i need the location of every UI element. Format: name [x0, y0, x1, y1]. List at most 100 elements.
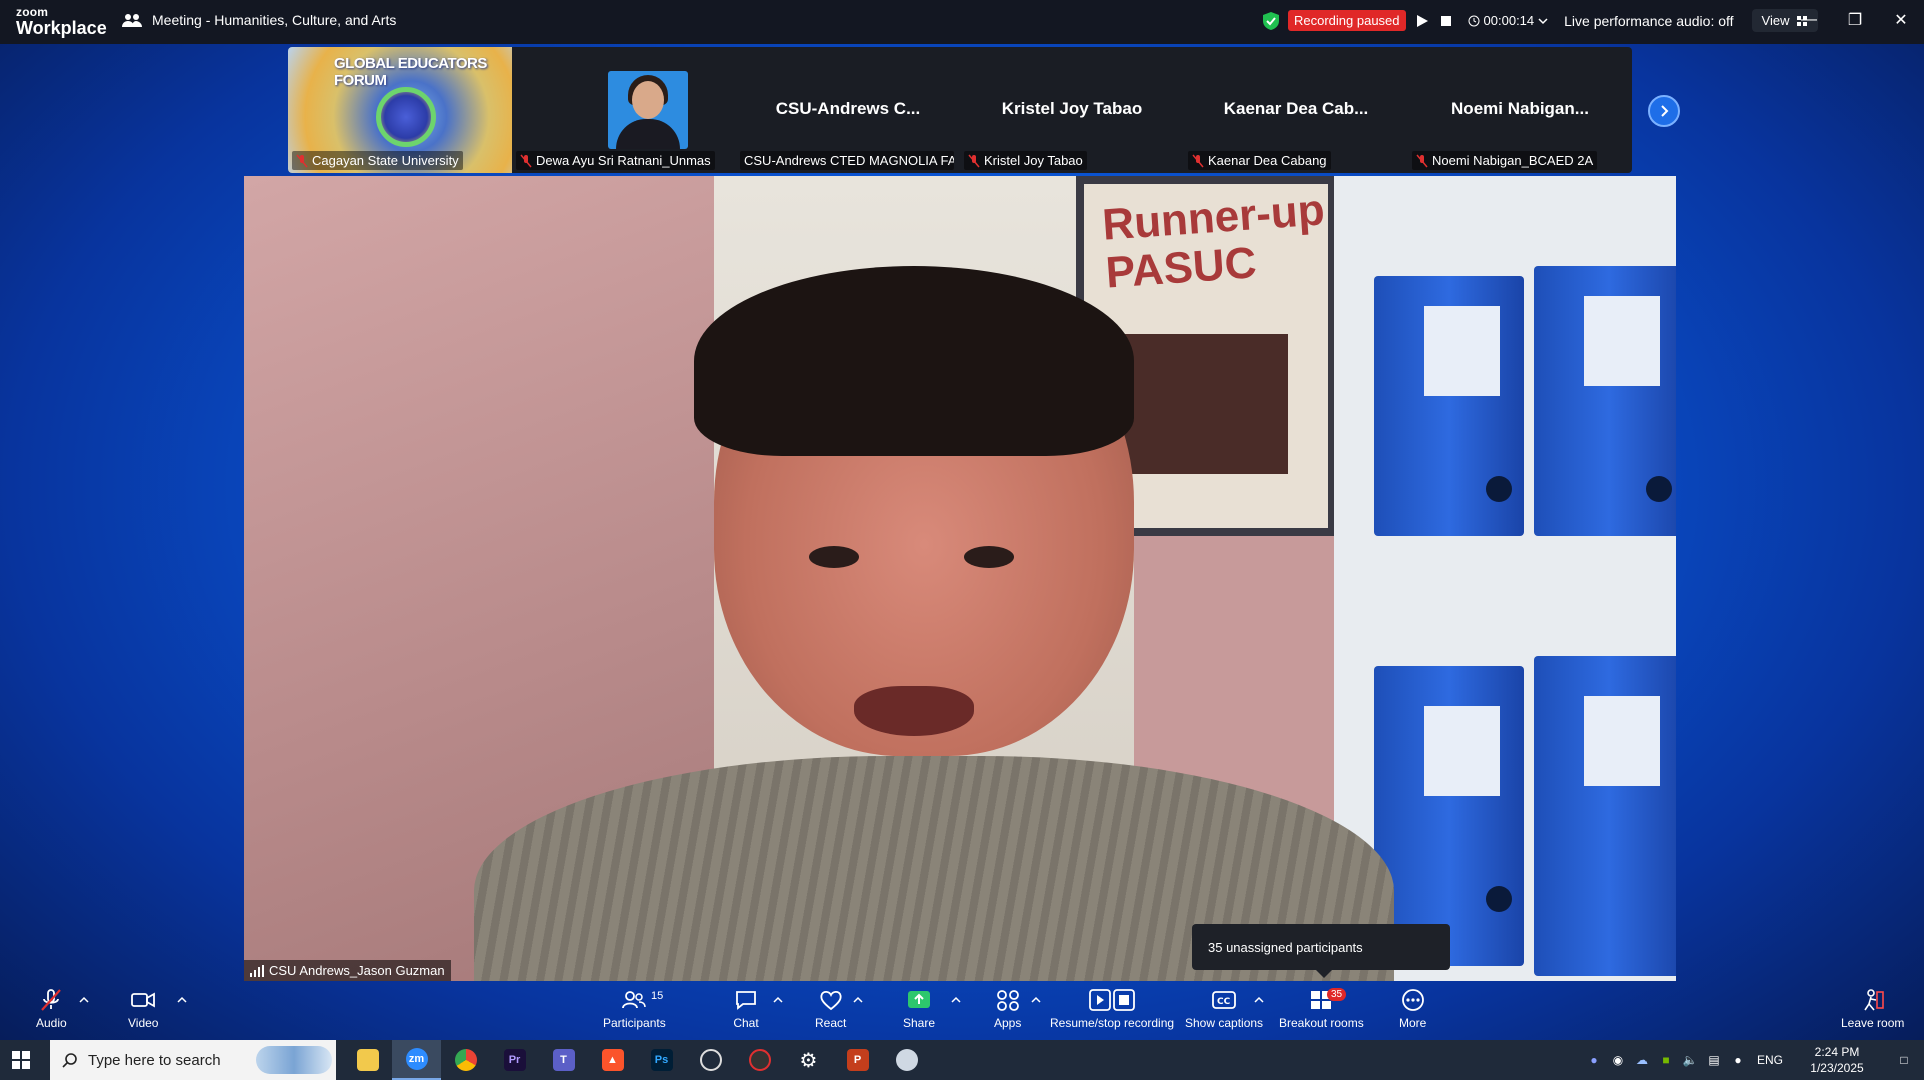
- active-speaker-video[interactable]: Runner-up PASUC CSU Andrews_Jason Guzman: [244, 176, 1676, 981]
- tray-cloud-icon[interactable]: ☁: [1630, 1040, 1654, 1080]
- meeting-title[interactable]: Meeting - Humanities, Culture, and Arts: [122, 12, 396, 28]
- participant-name-label: Dewa Ayu Sri Ratnani_Unmas: [516, 151, 715, 170]
- participant-tile[interactable]: Kaenar Dea Cab... Kaenar Dea Cabang: [1184, 47, 1408, 173]
- language-indicator[interactable]: ENG: [1750, 1040, 1790, 1080]
- close-icon[interactable]: ✕: [1878, 0, 1924, 40]
- heart-icon: [820, 990, 842, 1011]
- meeting-toolbar: Audio Video Participants 15 Chat React S…: [0, 982, 1924, 1040]
- chevron-down-icon: [1538, 17, 1548, 24]
- stop-recording-icon[interactable]: [1438, 13, 1454, 29]
- chat-bubble-icon: [736, 991, 756, 1010]
- photoshop-icon[interactable]: Ps: [637, 1040, 686, 1080]
- microphone-icon[interactable]: ●: [1726, 1040, 1750, 1080]
- more-dots-icon: [1401, 989, 1424, 1011]
- file-explorer-icon[interactable]: [343, 1040, 392, 1080]
- apps-icon: [996, 990, 1019, 1011]
- windows-start-icon[interactable]: [12, 1051, 30, 1069]
- leave-room-button[interactable]: Leave room: [1841, 988, 1904, 1030]
- participant-tile[interactable]: Noemi Nabigan... Noemi Nabigan_BCAED 2A: [1408, 47, 1632, 173]
- recording-status-badge: Recording paused: [1288, 10, 1406, 31]
- participant-tile[interactable]: Kristel Joy Tabao Kristel Joy Tabao: [960, 47, 1184, 173]
- video-button[interactable]: Video: [128, 988, 158, 1030]
- muted-mic-icon: [296, 154, 308, 167]
- teams-icon[interactable]: T: [539, 1040, 588, 1080]
- notifications-icon[interactable]: □: [1884, 1040, 1924, 1080]
- restore-icon[interactable]: ❐: [1832, 0, 1878, 40]
- forum-emblem: [376, 87, 436, 147]
- minimize-icon[interactable]: —: [1786, 0, 1832, 40]
- search-icon: [62, 1053, 77, 1068]
- system-tray: ● ◉ ☁ ■ 🔈 ▤ ● ENG 2:24 PM 1/23/2025 □: [1582, 1040, 1924, 1080]
- meeting-timer[interactable]: 00:00:14: [1468, 13, 1549, 28]
- apps-options-chevron-icon[interactable]: [1031, 996, 1041, 1004]
- audio-options-chevron-icon[interactable]: [79, 996, 89, 1004]
- show-captions-button[interactable]: CC Show captions: [1185, 988, 1263, 1030]
- participants-icon: [622, 991, 647, 1009]
- leave-room-icon: [1864, 989, 1884, 1011]
- background-shelf: [1334, 176, 1676, 981]
- media-app-icon[interactable]: [686, 1040, 735, 1080]
- participant-name-label: Cagayan State University: [292, 151, 463, 170]
- breakout-rooms-button[interactable]: Breakout rooms: [1279, 988, 1364, 1030]
- chrome-icon[interactable]: [441, 1040, 490, 1080]
- signal-bars-icon: [250, 964, 264, 977]
- share-screen-icon: [908, 991, 931, 1008]
- windows-taskbar: Type here to search zm Pr T ▲ Ps ⚙ P ● ◉…: [0, 1040, 1924, 1080]
- breakout-count-badge: 35: [1327, 988, 1347, 1001]
- volume-icon[interactable]: 🔈: [1678, 1040, 1702, 1080]
- muted-mic-icon: [520, 154, 532, 167]
- share-button[interactable]: Share: [903, 988, 935, 1030]
- taskbar-clock[interactable]: 2:24 PM 1/23/2025: [1790, 1044, 1884, 1076]
- network-icon[interactable]: ▤: [1702, 1040, 1726, 1080]
- chat-options-chevron-icon[interactable]: [773, 996, 783, 1004]
- zoom-logo: zoom Workplace: [16, 5, 107, 38]
- tray-nvidia-icon[interactable]: ■: [1654, 1040, 1678, 1080]
- participants-count: 15: [651, 990, 664, 1002]
- participant-tile[interactable]: Dewa Ayu Sri Ratnani_Unmas: [512, 47, 736, 173]
- react-button[interactable]: React: [815, 988, 846, 1030]
- brave-icon[interactable]: ▲: [588, 1040, 637, 1080]
- zoom-app-icon[interactable]: zm: [392, 1040, 441, 1080]
- muted-mic-icon: [1416, 154, 1428, 167]
- participant-tile[interactable]: CSU-Andrews C... CSU-Andrews CTED MAGNOL…: [736, 47, 960, 173]
- participant-name-label: Noemi Nabigan_BCAED 2A: [1412, 151, 1598, 170]
- record-controls-icon: [1089, 989, 1135, 1011]
- tray-app-icon[interactable]: ◉: [1606, 1040, 1630, 1080]
- participant-name-label: Kaenar Dea Cabang: [1188, 151, 1331, 170]
- more-button[interactable]: More: [1399, 988, 1426, 1030]
- audio-button[interactable]: Audio: [36, 988, 67, 1030]
- video-options-chevron-icon[interactable]: [177, 996, 187, 1004]
- settings-gear-icon[interactable]: ⚙: [784, 1040, 833, 1080]
- muted-mic-icon: [968, 154, 980, 167]
- search-highlight-image: [256, 1046, 332, 1074]
- premiere-pro-icon[interactable]: Pr: [490, 1040, 539, 1080]
- live-audio-status[interactable]: Live performance audio: off: [1564, 13, 1733, 29]
- apps-button[interactable]: Apps: [994, 988, 1021, 1030]
- clock-icon: [1468, 15, 1480, 26]
- resume-stop-recording-button[interactable]: Resume/stop recording: [1050, 988, 1174, 1030]
- resume-recording-icon[interactable]: [1414, 13, 1430, 29]
- muted-mic-icon: [1192, 154, 1204, 167]
- shield-check-icon[interactable]: [1262, 11, 1280, 31]
- powerpoint-icon[interactable]: P: [833, 1040, 882, 1080]
- react-options-chevron-icon[interactable]: [853, 996, 863, 1004]
- window-controls: — ❐ ✕: [1786, 0, 1924, 44]
- recording-area: Recording paused 00:00:14 Live performan…: [1262, 9, 1818, 32]
- captions-icon: CC: [1212, 991, 1236, 1009]
- chat-button[interactable]: Chat: [733, 988, 759, 1030]
- chat-app-icon[interactable]: [882, 1040, 931, 1080]
- share-options-chevron-icon[interactable]: [951, 996, 961, 1004]
- next-page-arrow-icon[interactable]: [1648, 95, 1680, 127]
- people-icon: [122, 14, 142, 27]
- taskbar-search-box[interactable]: Type here to search: [50, 1040, 336, 1080]
- participant-avatar: [608, 71, 688, 149]
- breakout-tooltip: 35 unassigned participants: [1192, 924, 1450, 978]
- speaker-name-label: CSU Andrews_Jason Guzman: [244, 960, 451, 981]
- captions-options-chevron-icon[interactable]: [1254, 996, 1264, 1004]
- title-bar: zoom Workplace Meeting - Humanities, Cul…: [0, 0, 1924, 44]
- taskbar-apps: zm Pr T ▲ Ps ⚙ P: [343, 1040, 931, 1080]
- tray-app-icon[interactable]: ●: [1582, 1040, 1606, 1080]
- muted-mic-icon: [41, 989, 62, 1011]
- recorder-app-icon[interactable]: [735, 1040, 784, 1080]
- participant-tile[interactable]: GLOBAL EDUCATORS FORUM Cagayan State Uni…: [288, 47, 512, 173]
